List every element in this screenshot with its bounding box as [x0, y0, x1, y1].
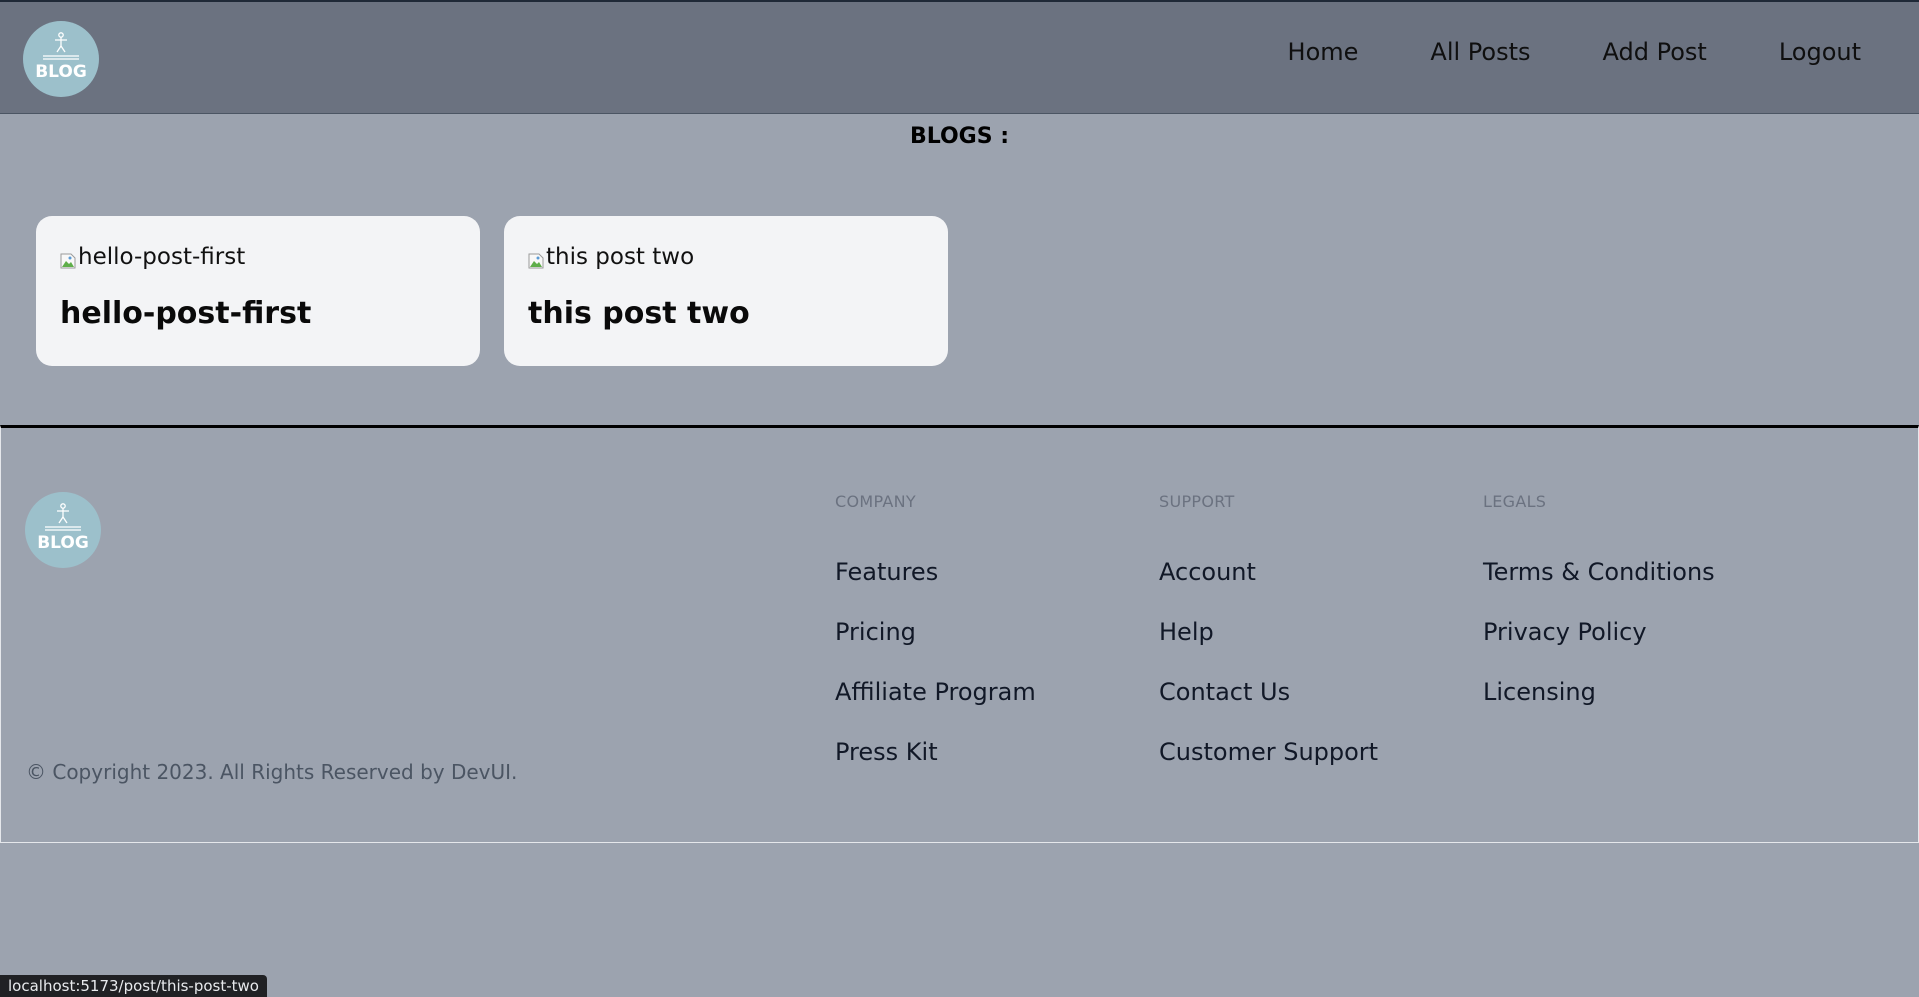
post-image: this post two	[528, 240, 924, 274]
footer-column-heading: LEGALS	[1483, 492, 1547, 511]
footer-link-pricing[interactable]: Pricing	[835, 618, 1036, 654]
footer-link-affiliate-program[interactable]: Affiliate Program	[835, 678, 1036, 714]
svg-text:BLOG: BLOG	[35, 62, 87, 82]
nav-home[interactable]: Home	[1288, 38, 1359, 66]
nav-add-post[interactable]: Add Post	[1603, 38, 1707, 66]
svg-text:BLOG: BLOG	[37, 533, 89, 553]
footer-column-legals: LEGALS Terms & Conditions Privacy Policy…	[1483, 492, 1715, 738]
blog-logo-icon: BLOG	[35, 32, 87, 82]
footer-column-support: SUPPORT Account Help Contact Us Customer…	[1159, 492, 1378, 798]
footer-link-account[interactable]: Account	[1159, 558, 1378, 594]
nav-logout[interactable]: Logout	[1779, 38, 1861, 66]
site-header: BLOG Home All Posts Add Post Logout	[0, 0, 1919, 114]
footer-column-heading: COMPANY	[835, 492, 916, 511]
footer-link-press-kit[interactable]: Press Kit	[835, 738, 1036, 774]
footer-link-contact-us[interactable]: Contact Us	[1159, 678, 1378, 714]
post-title[interactable]: this post two	[528, 296, 924, 331]
footer-column-heading: SUPPORT	[1159, 492, 1235, 511]
browser-status-url: localhost:5173/post/this-post-two	[0, 975, 267, 997]
blogs-heading: BLOGS :	[909, 124, 1010, 149]
blog-logo[interactable]: BLOG	[23, 21, 99, 97]
broken-image-icon	[60, 249, 76, 269]
footer-logo[interactable]: BLOG	[25, 492, 101, 568]
post-card[interactable]: hello-post-first hello-post-first	[36, 216, 480, 366]
site-footer: BLOG © Copyright 2023. All Rights Reserv…	[0, 425, 1919, 843]
footer-link-terms-conditions[interactable]: Terms & Conditions	[1483, 558, 1715, 594]
footer-link-features[interactable]: Features	[835, 558, 1036, 594]
footer-link-list: Features Pricing Affiliate Program Press…	[835, 558, 1036, 774]
post-title[interactable]: hello-post-first	[60, 296, 456, 331]
post-image: hello-post-first	[60, 240, 456, 274]
broken-image-icon	[528, 249, 544, 269]
blog-logo-icon: BLOG	[37, 503, 89, 553]
post-card[interactable]: this post two this post two	[504, 216, 948, 366]
footer-column-company: COMPANY Features Pricing Affiliate Progr…	[835, 492, 1036, 798]
footer-link-licensing[interactable]: Licensing	[1483, 678, 1715, 714]
footer-link-help[interactable]: Help	[1159, 618, 1378, 654]
footer-link-list: Terms & Conditions Privacy Policy Licens…	[1483, 558, 1715, 714]
main-nav: Home All Posts Add Post Logout	[1264, 2, 1919, 102]
post-image-alt-text: this post two	[546, 244, 695, 270]
footer-link-privacy-policy[interactable]: Privacy Policy	[1483, 618, 1715, 654]
copyright-text: © Copyright 2023. All Rights Reserved by…	[26, 760, 518, 784]
footer-link-list: Account Help Contact Us Customer Support	[1159, 558, 1378, 774]
nav-all-posts[interactable]: All Posts	[1430, 38, 1530, 66]
footer-link-customer-support[interactable]: Customer Support	[1159, 738, 1378, 774]
post-image-alt-text: hello-post-first	[78, 244, 246, 270]
